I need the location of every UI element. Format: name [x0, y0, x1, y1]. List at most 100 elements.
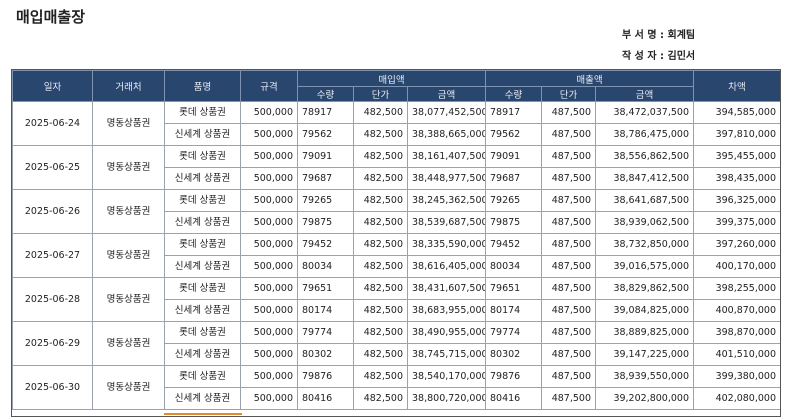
date-cell[interactable]: 2025-06-28: [12, 277, 93, 322]
sales-amount-cell[interactable]: 38,732,850,000: [595, 233, 694, 256]
purchase-qty-cell[interactable]: 79452: [297, 233, 354, 256]
purchase-amount-cell[interactable]: 38,539,687,500: [407, 211, 486, 234]
sales-price-cell[interactable]: 487,500: [541, 277, 596, 300]
item-name-cell[interactable]: 신세계 상품권: [164, 167, 241, 190]
purchase-qty-cell[interactable]: 80416: [297, 387, 354, 410]
sales-price-cell[interactable]: 487,500: [541, 387, 596, 410]
spec-cell-cell[interactable]: 500,000: [240, 387, 298, 410]
purchase-price-cell[interactable]: 482,500: [353, 343, 408, 366]
margin-amount-cell[interactable]: 397,810,000: [693, 123, 781, 146]
purchase-amount-cell[interactable]: 38,616,405,000: [407, 255, 486, 278]
vendor-cell[interactable]: 명동상품권: [92, 321, 165, 366]
purchase-qty-cell[interactable]: 79091: [297, 145, 354, 168]
margin-amount-cell[interactable]: 400,170,000: [693, 255, 781, 278]
sales-amount-cell[interactable]: 38,786,475,000: [595, 123, 694, 146]
vendor-cell[interactable]: 명동상품권: [92, 101, 165, 146]
date-cell[interactable]: 2025-06-24: [12, 101, 93, 146]
purchase-price-cell[interactable]: 482,500: [353, 299, 408, 322]
date-cell[interactable]: 2025-06-25: [12, 145, 93, 190]
sales-amount-cell[interactable]: 38,829,862,500: [595, 277, 694, 300]
sales-amount-cell[interactable]: 38,939,062,500: [595, 211, 694, 234]
sales-amount-cell[interactable]: 39,016,575,000: [595, 255, 694, 278]
date-cell[interactable]: 2025-06-26: [12, 189, 93, 234]
sales-qty-cell[interactable]: 79687: [485, 167, 542, 190]
item-name-cell[interactable]: 신세계 상품권: [164, 211, 241, 234]
spec-cell-cell[interactable]: 500,000: [240, 123, 298, 146]
purchase-amount-cell[interactable]: 38,335,590,000: [407, 233, 486, 256]
purchase-qty-cell[interactable]: 79651: [297, 277, 354, 300]
sales-qty-cell[interactable]: 80302: [485, 343, 542, 366]
purchase-amount-cell[interactable]: 38,077,452,500: [407, 101, 486, 124]
item-name-cell[interactable]: 롯데 상품권: [164, 277, 241, 300]
sales-amount-cell[interactable]: 38,556,862,500: [595, 145, 694, 168]
margin-amount-cell[interactable]: 398,255,000: [693, 277, 781, 300]
sales-qty-cell[interactable]: 79774: [485, 321, 542, 344]
spec-cell-cell[interactable]: 500,000: [240, 189, 298, 212]
purchase-qty-cell[interactable]: 79875: [297, 211, 354, 234]
purchase-qty-cell[interactable]: 79774: [297, 321, 354, 344]
purchase-qty-cell[interactable]: 79265: [297, 189, 354, 212]
margin-amount-cell[interactable]: 400,870,000: [693, 299, 781, 322]
sales-qty-cell[interactable]: 79876: [485, 365, 542, 388]
sales-amount-cell[interactable]: 38,641,687,500: [595, 189, 694, 212]
purchase-price-cell[interactable]: 482,500: [353, 277, 408, 300]
purchase-price-cell[interactable]: 482,500: [353, 387, 408, 410]
sales-amount-cell[interactable]: 38,939,550,000: [595, 365, 694, 388]
margin-amount-cell[interactable]: 394,585,000: [693, 101, 781, 124]
sales-price-cell[interactable]: 487,500: [541, 233, 596, 256]
spec-cell-cell[interactable]: 500,000: [240, 299, 298, 322]
spec-cell-cell[interactable]: 500,000: [240, 321, 298, 344]
margin-amount-cell[interactable]: 396,325,000: [693, 189, 781, 212]
sales-price-cell[interactable]: 487,500: [541, 321, 596, 344]
sales-price-cell[interactable]: 487,500: [541, 343, 596, 366]
purchase-amount-cell[interactable]: 38,490,955,000: [407, 321, 486, 344]
date-cell[interactable]: 2025-06-30: [12, 365, 93, 410]
sales-price-cell[interactable]: 487,500: [541, 123, 596, 146]
sales-price-cell[interactable]: 487,500: [541, 211, 596, 234]
sales-amount-cell[interactable]: 39,202,800,000: [595, 387, 694, 410]
vendor-cell[interactable]: 명동상품권: [92, 145, 165, 190]
item-name-cell[interactable]: 롯데 상품권: [164, 145, 241, 168]
date-cell[interactable]: 2025-06-27: [12, 233, 93, 278]
date-cell[interactable]: 2025-06-29: [12, 321, 93, 366]
purchase-amount-cell[interactable]: 38,161,407,500: [407, 145, 486, 168]
margin-amount-cell[interactable]: 399,380,000: [693, 365, 781, 388]
item-name-cell[interactable]: 신세계 상품권: [164, 299, 241, 322]
margin-amount-cell[interactable]: 395,455,000: [693, 145, 781, 168]
item-name-cell[interactable]: 신세계 상품권: [164, 343, 241, 366]
purchase-amount-cell[interactable]: 38,683,955,000: [407, 299, 486, 322]
vendor-cell[interactable]: 명동상품권: [92, 189, 165, 234]
margin-amount-cell[interactable]: 397,260,000: [693, 233, 781, 256]
sales-qty-cell[interactable]: 79452: [485, 233, 542, 256]
vendor-cell[interactable]: 명동상품권: [92, 233, 165, 278]
purchase-qty-cell[interactable]: 79687: [297, 167, 354, 190]
purchase-amount-cell[interactable]: 38,388,665,000: [407, 123, 486, 146]
item-name-cell[interactable]: 롯데 상품권: [164, 233, 241, 256]
sales-amount-cell[interactable]: 38,889,825,000: [595, 321, 694, 344]
sales-qty-cell[interactable]: 79562: [485, 123, 542, 146]
purchase-price-cell[interactable]: 482,500: [353, 233, 408, 256]
spec-cell-cell[interactable]: 500,000: [240, 101, 298, 124]
item-name-cell[interactable]: 롯데 상품권: [164, 321, 241, 344]
sales-qty-cell[interactable]: 80174: [485, 299, 542, 322]
sales-price-cell[interactable]: 487,500: [541, 365, 596, 388]
spec-cell-cell[interactable]: 500,000: [240, 167, 298, 190]
purchase-price-cell[interactable]: 482,500: [353, 123, 408, 146]
sales-qty-cell[interactable]: 79875: [485, 211, 542, 234]
sales-amount-cell[interactable]: 38,847,412,500: [595, 167, 694, 190]
sales-qty-cell[interactable]: 79091: [485, 145, 542, 168]
vendor-cell[interactable]: 명동상품권: [92, 365, 165, 410]
item-name-cell[interactable]: 신세계 상품권: [164, 255, 241, 278]
sales-qty-cell[interactable]: 80034: [485, 255, 542, 278]
margin-amount-cell[interactable]: 398,870,000: [693, 321, 781, 344]
spec-cell-cell[interactable]: 500,000: [240, 211, 298, 234]
spec-cell-cell[interactable]: 500,000: [240, 145, 298, 168]
item-name-cell[interactable]: 신세계 상품권: [164, 123, 241, 146]
spec-cell-cell[interactable]: 500,000: [240, 343, 298, 366]
margin-amount-cell[interactable]: 398,435,000: [693, 167, 781, 190]
sales-amount-cell[interactable]: 39,084,825,000: [595, 299, 694, 322]
sales-amount-cell[interactable]: 38,472,037,500: [595, 101, 694, 124]
sales-price-cell[interactable]: 487,500: [541, 145, 596, 168]
purchase-qty-cell[interactable]: 78917: [297, 101, 354, 124]
sales-amount-cell[interactable]: 39,147,225,000: [595, 343, 694, 366]
